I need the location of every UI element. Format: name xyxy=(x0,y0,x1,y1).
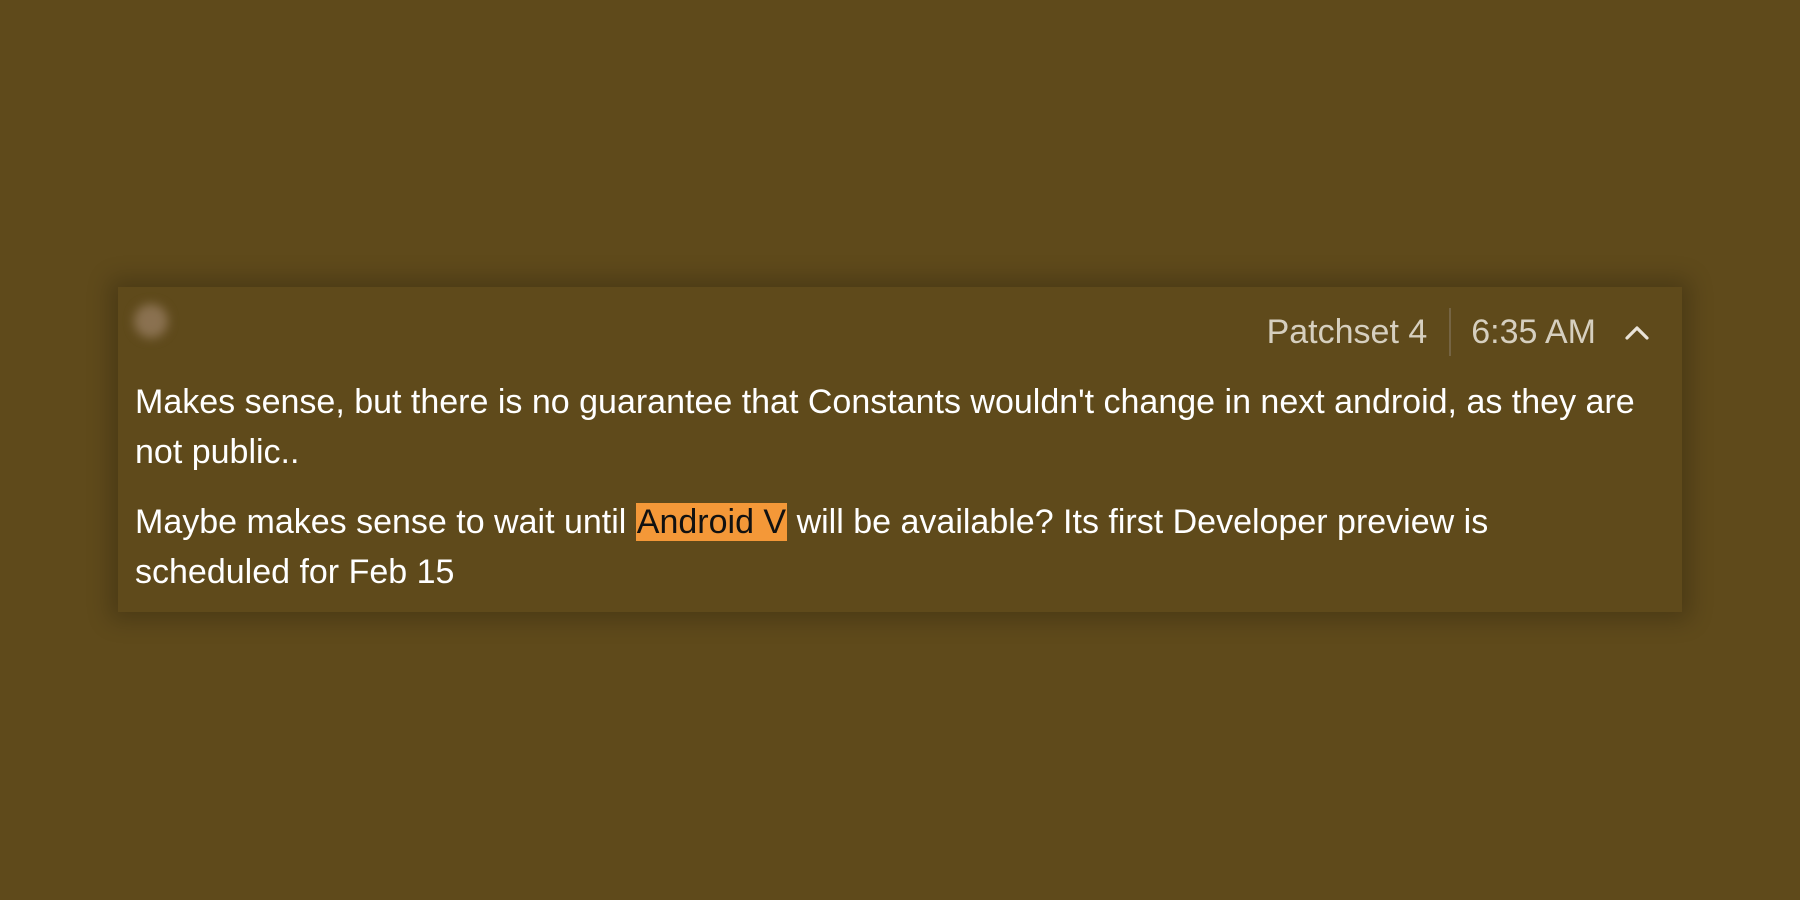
comment-meta: Patchset 4 6:35 AM xyxy=(1267,307,1652,357)
comment-time: 6:35 AM xyxy=(1471,312,1596,351)
paragraph-2-text-before: Maybe makes sense to wait until xyxy=(135,503,636,541)
paragraph-2-line-2: scheduled for Feb 15 xyxy=(135,553,455,591)
comment-header: Patchset 4 6:35 AM xyxy=(118,287,1682,367)
chevron-up-icon xyxy=(1625,326,1649,340)
collapse-button[interactable] xyxy=(1622,317,1652,347)
meta-divider xyxy=(1449,308,1452,356)
comment-body: Makes sense, but there is no guarantee t… xyxy=(135,377,1665,597)
comment-paragraph-2: Maybe makes sense to wait until Android … xyxy=(135,497,1665,597)
author[interactable] xyxy=(134,304,178,338)
patchset-label[interactable]: Patchset 4 xyxy=(1267,313,1428,352)
paragraph-2-text-after: will be available? Its first Developer p… xyxy=(787,503,1489,541)
comment-card: Patchset 4 6:35 AM Makes sense, but ther… xyxy=(118,287,1682,612)
paragraph-1-line-1: Makes sense, but there is no guarantee t… xyxy=(135,383,1635,421)
highlighted-text: Android V xyxy=(635,503,788,541)
avatar xyxy=(134,304,168,338)
comment-paragraph-1: Makes sense, but there is no guarantee t… xyxy=(135,377,1665,477)
paragraph-1-line-2: not public.. xyxy=(135,433,300,471)
